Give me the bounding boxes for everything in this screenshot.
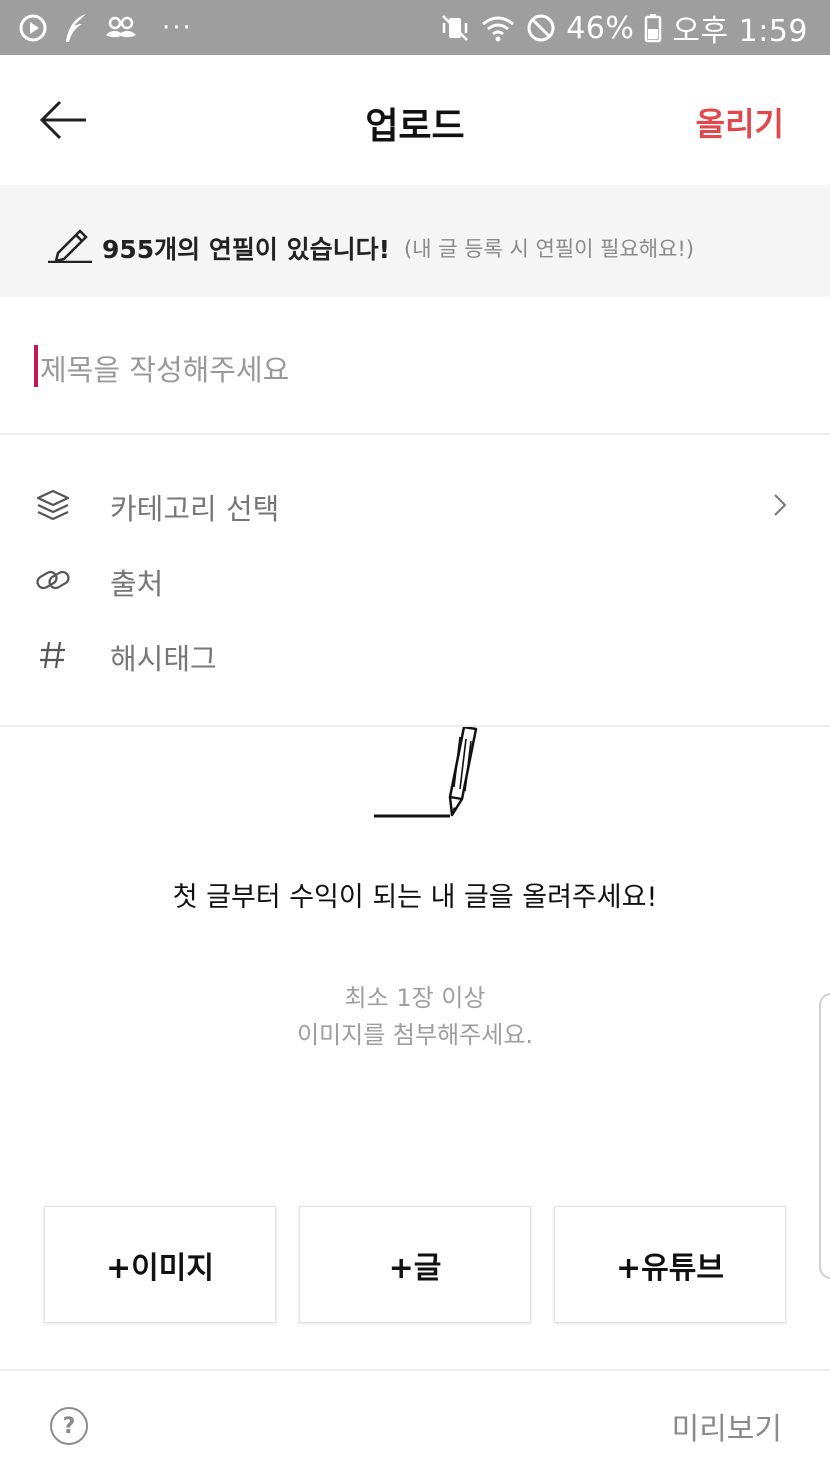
mustache-icon [106,16,136,38]
app-bar: 업로드 올리기 [0,55,830,185]
status-bar: ··· 46% 오후 1:59 [0,0,830,55]
battery-icon [645,14,662,43]
layers-icon [36,489,70,521]
add-text-button[interactable]: +글 [299,1206,531,1323]
category-select-row[interactable]: 카테고리 선택 [0,470,830,540]
pencil-count-text: 955개의 연필이 있습니다! [102,235,390,264]
pencil-writing-illustration [374,727,478,818]
hashtag-label: 해시태그 [110,642,217,676]
title-placeholder: 제목을 작성해주세요 [40,353,290,387]
pencil-icon [48,229,92,263]
bottom-bar: ? 미리보기 [0,1369,830,1476]
chevron-right-icon [774,494,787,516]
preview-button[interactable]: 미리보기 [672,1404,782,1448]
empty-state-headline: 첫 글부터 수익이 되는 내 글을 올려주세요! [172,882,658,913]
source-row[interactable]: 출처 [0,545,830,615]
empty-state-hint-line-2: 이미지를 첨부해주세요. [296,1021,534,1049]
add-youtube-button[interactable]: +유튜브 [554,1206,786,1323]
text-cursor [34,345,38,387]
title-input[interactable]: 제목을 작성해주세요 [0,297,830,435]
pencil-requirement-note: (내 글 등록 시 연필이 필요해요!) [404,237,695,261]
battery-percent: 46% [566,10,635,46]
empty-state-hint-line-1: 최소 1장 이상 [344,984,486,1012]
source-label: 출처 [110,567,164,601]
help-button[interactable]: ? [50,1407,88,1445]
status-right: 46% 오후 1:59 [440,8,808,49]
clock: 오후 1:59 [672,14,808,49]
category-select-label: 카테고리 선택 [110,492,280,526]
pencil-count-banner: 955개의 연필이 있습니다! (내 글 등록 시 연필이 필요해요!) [0,185,830,297]
more-notifications-indicator: ··· [162,13,193,43]
wifi-icon [482,16,515,42]
hashtag-row[interactable]: 해시태그 [0,620,830,690]
upload-button[interactable]: 올리기 [696,99,784,145]
vibrate-off-icon [442,15,469,41]
quill-icon [66,14,86,42]
edge-panel-handle[interactable] [819,993,830,1279]
do-not-disturb-icon [527,14,555,42]
hash-icon [40,641,65,669]
play-circle-icon [19,14,47,42]
status-left-icons: ··· [18,10,193,46]
link-icon [36,570,70,590]
help-icon: ? [62,1413,76,1439]
add-image-button[interactable]: +이미지 [44,1206,276,1323]
